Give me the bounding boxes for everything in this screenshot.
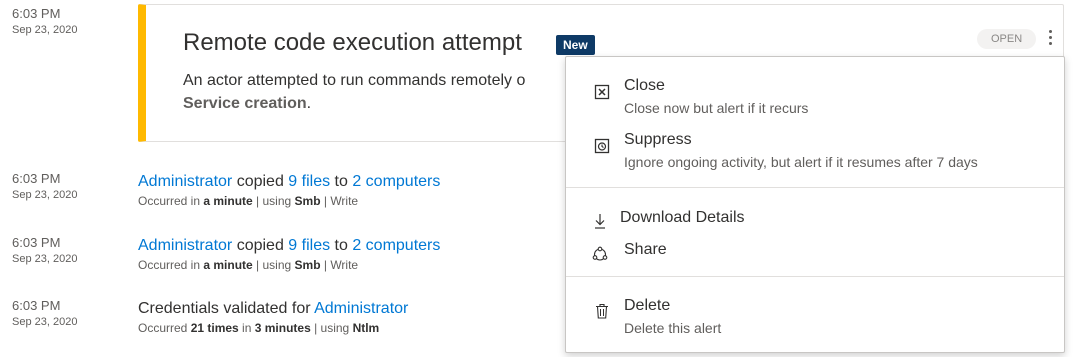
status-badge: OPEN (977, 29, 1037, 49)
sub-text: | using (310, 321, 353, 335)
sub-text: Occurred in (138, 258, 204, 272)
files-link[interactable]: 9 files (288, 237, 330, 254)
menu-item-label: Delete (624, 297, 671, 314)
computers-link[interactable]: 2 computers (352, 173, 440, 190)
activity-row: Administrator copied 9 files to 2 comput… (138, 236, 440, 274)
date-text: Sep 23, 2020 (12, 189, 78, 201)
sub-text: in (238, 321, 255, 335)
time-text: 6:03 PM (12, 6, 61, 21)
sub-text: | Write (320, 194, 359, 208)
sub-text: Occurred in (138, 194, 204, 208)
suppress-icon (594, 138, 610, 154)
menu-item-delete[interactable]: Delete Delete this alert (566, 295, 1064, 339)
actor-link[interactable]: Administrator (138, 237, 232, 254)
alert-description: An actor attempted to run commands remot… (183, 69, 525, 115)
date-text: Sep 23, 2020 (12, 24, 78, 36)
sub-text: Occurred (138, 321, 191, 335)
verb-text: copied (232, 237, 289, 254)
actor-link[interactable]: Administrator (138, 173, 232, 190)
activity-summary: Credentials validated for Administrator (138, 299, 408, 319)
menu-item-suppress[interactable]: Suppress Ignore ongoing activity, but al… (566, 129, 1064, 173)
computers-link[interactable]: 2 computers (352, 237, 440, 254)
activity-details: Occurred in a minute | using Smb | Write (138, 256, 440, 274)
mid-text: to (330, 173, 353, 190)
menu-item-close[interactable]: Close Close now but alert if it recurs (566, 75, 1064, 119)
menu-item-desc: Close now but alert if it recurs (624, 100, 809, 116)
activity-timestamp: 6:03 PM Sep 23, 2020 (12, 171, 77, 203)
time-text: 6:03 PM (12, 298, 61, 313)
sub-bold: 3 minutes (254, 321, 311, 335)
alert-actions-menu: Close Close now but alert if it recurs S… (565, 56, 1065, 353)
time-text: 6:03 PM (12, 235, 61, 250)
menu-item-label: Share (624, 241, 667, 258)
activity-details: Occurred in a minute | using Smb | Write (138, 192, 440, 210)
menu-item-label: Suppress (624, 131, 692, 148)
activity-row: Administrator copied 9 files to 2 comput… (138, 172, 440, 210)
files-link[interactable]: 9 files (288, 173, 330, 190)
download-icon (595, 214, 605, 229)
more-options-icon[interactable] (1043, 27, 1057, 49)
activity-details: Occurred 21 times in 3 minutes | using N… (138, 319, 408, 337)
actor-link[interactable]: Administrator (314, 300, 408, 317)
description-bold: Service creation (183, 95, 307, 112)
description-text: An actor attempted to run commands remot… (183, 72, 526, 89)
alert-title[interactable]: Remote code execution attempt (183, 29, 522, 57)
sub-bold: 21 times (190, 321, 239, 335)
menu-item-desc: Ignore ongoing activity, but alert if it… (624, 154, 978, 170)
summary-text: Credentials validated for (138, 300, 315, 317)
activity-summary: Administrator copied 9 files to 2 comput… (138, 236, 440, 256)
sub-text: | using (252, 194, 295, 208)
sub-bold: Ntlm (352, 321, 380, 335)
description-end: . (306, 95, 312, 112)
menu-item-share[interactable]: Share (566, 238, 1064, 264)
activity-timestamp: 6:03 PM Sep 23, 2020 (12, 235, 77, 267)
menu-divider (566, 187, 1064, 188)
mid-text: to (330, 237, 353, 254)
sub-bold: Smb (294, 258, 321, 272)
new-badge: New (556, 35, 595, 55)
activity-timestamp: 6:03 PM Sep 23, 2020 (12, 298, 77, 330)
date-text: Sep 23, 2020 (12, 253, 78, 265)
sub-text: | using (252, 258, 295, 272)
close-box-icon (594, 84, 610, 100)
menu-item-download[interactable]: Download Details (566, 205, 1064, 231)
menu-item-label: Download Details (620, 209, 745, 226)
share-icon (592, 246, 608, 261)
menu-item-desc: Delete this alert (624, 320, 722, 336)
activity-summary: Administrator copied 9 files to 2 comput… (138, 172, 440, 192)
time-text: 6:03 PM (12, 171, 61, 186)
date-text: Sep 23, 2020 (12, 316, 78, 328)
menu-item-label: Close (624, 77, 665, 94)
trash-icon (596, 303, 608, 319)
activity-row: Credentials validated for Administrator … (138, 299, 408, 337)
sub-bold: a minute (203, 258, 253, 272)
menu-divider (566, 276, 1064, 277)
sub-bold: a minute (203, 194, 253, 208)
verb-text: copied (232, 173, 289, 190)
sub-bold: Smb (294, 194, 321, 208)
alert-timestamp: 6:03 PM Sep 23, 2020 (12, 6, 77, 38)
sub-text: | Write (320, 258, 359, 272)
